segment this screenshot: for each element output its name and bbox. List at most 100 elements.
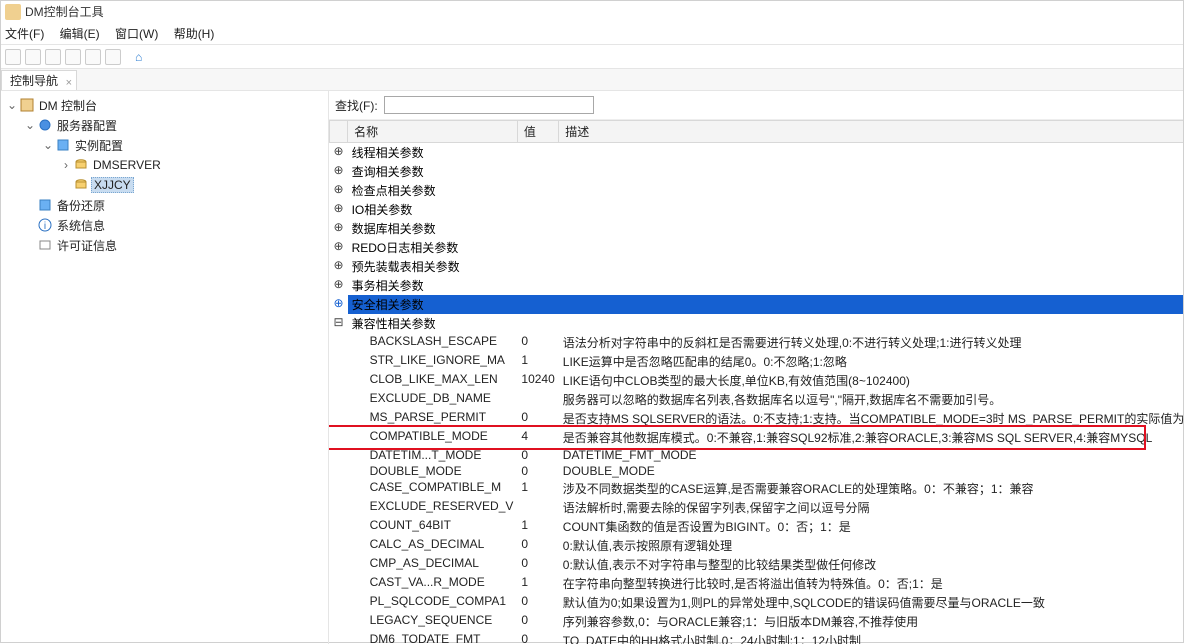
nav-tree[interactable]: ⌄ DM 控制台 ⌄ 服务器配置 ⌄ 实例配置 › DMSERVER xyxy=(1,91,329,644)
expand-icon[interactable]: ⊕ xyxy=(330,200,348,219)
param-value[interactable]: 0 xyxy=(517,593,558,612)
param-row[interactable]: DATETIM...T_MODE0DATETIME_FMT_MODE xyxy=(330,447,1184,463)
db-icon xyxy=(73,157,89,173)
param-row[interactable]: CLOB_LIKE_MAX_LEN10240LIKE语句中CLOB类型的最大长度… xyxy=(330,371,1184,390)
tab-control-nav[interactable]: 控制导航 × xyxy=(1,70,77,90)
window-title: DM控制台工具 xyxy=(25,1,104,23)
param-row[interactable]: COUNT_64BIT1COUNT集函数的值是否设置为BIGINT。0：否；1：… xyxy=(330,517,1184,536)
console-icon xyxy=(19,97,35,113)
param-value[interactable]: 1 xyxy=(517,517,558,536)
param-row[interactable]: STR_LIKE_IGNORE_MA1LIKE运算中是否忽略匹配串的结尾0。0:… xyxy=(330,352,1184,371)
tree-instance-config[interactable]: ⌄ 实例配置 xyxy=(41,136,328,154)
param-row[interactable]: EXCLUDE_DB_NAME服务器可以忽略的数据库名列表,各数据库名以逗号",… xyxy=(330,390,1184,409)
param-row[interactable]: CALC_AS_DECIMAL00:默认值,表示按照原有逻辑处理 xyxy=(330,536,1184,555)
group-row[interactable]: ⊕REDO日志相关参数 xyxy=(330,238,1184,257)
menu-edit[interactable]: 编辑(E) xyxy=(60,27,100,41)
param-grid[interactable]: 名称 值 描述 ⊕线程相关参数⊕查询相关参数⊕检查点相关参数⊕IO相关参数⊕数据… xyxy=(329,119,1183,644)
param-row[interactable]: CMP_AS_DECIMAL00:默认值,表示不对字符串与整型的比较结果类型做任… xyxy=(330,555,1184,574)
col-value[interactable]: 值 xyxy=(517,121,558,143)
param-row[interactable]: EXCLUDE_RESERVED_V语法解析时,需要去除的保留字列表,保留字之间… xyxy=(330,498,1184,517)
group-row[interactable]: ⊕安全相关参数 xyxy=(330,295,1184,314)
group-row[interactable]: ⊕查询相关参数 xyxy=(330,162,1184,181)
expand-icon[interactable]: ⊕ xyxy=(330,238,348,257)
tab-label: 控制导航 xyxy=(10,74,58,88)
param-value[interactable]: 0 xyxy=(517,536,558,555)
expand-icon[interactable]: ⊕ xyxy=(330,295,348,314)
collapse-icon[interactable]: ⌄ xyxy=(5,98,19,112)
home-icon[interactable]: ⌂ xyxy=(135,50,142,64)
col-desc[interactable]: 描述 xyxy=(559,121,1183,143)
group-row[interactable]: ⊕预先装载表相关参数 xyxy=(330,257,1184,276)
tree-sysinfo[interactable]: i 系统信息 xyxy=(23,216,328,234)
tree-server-config[interactable]: ⌄ 服务器配置 xyxy=(23,116,328,134)
find-input[interactable] xyxy=(384,96,594,114)
param-row[interactable]: BACKSLASH_ESCAPE0语法分析对字符串中的反斜杠是否需要进行转义处理… xyxy=(330,333,1184,352)
param-value[interactable]: 0 xyxy=(517,631,558,644)
toolbar-btn-5[interactable] xyxy=(85,49,101,65)
group-row[interactable]: ⊕线程相关参数 xyxy=(330,143,1184,163)
param-value[interactable]: 0 xyxy=(517,333,558,352)
license-icon xyxy=(37,237,53,253)
group-row[interactable]: ⊕IO相关参数 xyxy=(330,200,1184,219)
param-name: COMPATIBLE_MODE xyxy=(348,428,518,447)
param-value[interactable]: 1 xyxy=(517,352,558,371)
param-name: CAST_VA...R_MODE xyxy=(348,574,518,593)
param-value[interactable]: 1 xyxy=(517,574,558,593)
menu-file[interactable]: 文件(F) xyxy=(5,27,44,41)
param-row[interactable]: CAST_VA...R_MODE1在字符串向整型转换进行比较时,是否将溢出值转为… xyxy=(330,574,1184,593)
param-row[interactable]: DM6_TODATE_FMT0TO_DATE中的HH格式小时制,0：24小时制;… xyxy=(330,631,1184,644)
group-row[interactable]: ⊕检查点相关参数 xyxy=(330,181,1184,200)
param-row[interactable]: CASE_COMPATIBLE_M1涉及不同数据类型的CASE运算,是否需要兼容… xyxy=(330,479,1184,498)
tree-root[interactable]: ⌄ DM 控制台 xyxy=(5,96,328,114)
menu-bar: 文件(F) 编辑(E) 窗口(W) 帮助(H) xyxy=(1,23,1183,45)
collapse-icon[interactable]: ⌄ xyxy=(23,118,37,132)
collapse-icon[interactable]: ⌄ xyxy=(41,138,55,152)
expand-icon[interactable]: ⊕ xyxy=(330,143,348,163)
param-value[interactable]: 0 xyxy=(517,555,558,574)
tree-xjjcy[interactable]: XJJCY xyxy=(59,176,328,194)
param-name: COUNT_64BIT xyxy=(348,517,518,536)
param-row[interactable]: MS_PARSE_PERMIT0是否支持MS SQLSERVER的语法。0:不支… xyxy=(330,409,1184,428)
collapse-icon[interactable]: ⊟ xyxy=(330,314,348,333)
param-desc: 0:默认值,表示按照原有逻辑处理 xyxy=(559,536,1183,555)
group-label: 查询相关参数 xyxy=(348,162,518,181)
gear-icon xyxy=(37,117,53,133)
param-row[interactable]: COMPATIBLE_MODE4是否兼容其他数据库模式。0:不兼容,1:兼容SQ… xyxy=(330,428,1184,447)
param-value[interactable]: 0 xyxy=(517,409,558,428)
group-row[interactable]: ⊕事务相关参数 xyxy=(330,276,1184,295)
expand-icon[interactable]: ⊕ xyxy=(330,276,348,295)
expand-icon[interactable]: ⊕ xyxy=(330,162,348,181)
param-value[interactable] xyxy=(517,498,558,517)
param-row[interactable]: DOUBLE_MODE0DOUBLE_MODE xyxy=(330,463,1184,479)
param-desc: DATETIME_FMT_MODE xyxy=(559,447,1183,463)
expand-icon[interactable]: ⊕ xyxy=(330,257,348,276)
param-value[interactable]: 10240 xyxy=(517,371,558,390)
param-value[interactable]: 4 xyxy=(517,428,558,447)
expand-icon[interactable]: ⊕ xyxy=(330,181,348,200)
tree-license[interactable]: 许可证信息 xyxy=(23,236,328,254)
menu-help[interactable]: 帮助(H) xyxy=(174,27,215,41)
toolbar-btn-3[interactable] xyxy=(45,49,61,65)
toolbar-btn-6[interactable] xyxy=(105,49,121,65)
menu-window[interactable]: 窗口(W) xyxy=(115,27,158,41)
expand-icon[interactable]: › xyxy=(59,158,73,172)
param-value[interactable]: 0 xyxy=(517,463,558,479)
tree-backup[interactable]: 备份还原 xyxy=(23,196,328,214)
expand-icon[interactable]: ⊕ xyxy=(330,219,348,238)
toolbar: ⌂ xyxy=(1,45,1183,69)
group-row[interactable]: ⊕数据库相关参数 xyxy=(330,219,1184,238)
param-value[interactable]: 1 xyxy=(517,479,558,498)
find-label: 查找(F): xyxy=(335,97,378,114)
param-value[interactable]: 0 xyxy=(517,612,558,631)
group-row[interactable]: ⊟兼容性相关参数 xyxy=(330,314,1184,333)
tree-dmserver[interactable]: › DMSERVER xyxy=(59,156,328,174)
toolbar-btn-4[interactable] xyxy=(65,49,81,65)
param-value[interactable] xyxy=(517,390,558,409)
param-row[interactable]: LEGACY_SEQUENCE0序列兼容参数,0：与ORACLE兼容;1：与旧版… xyxy=(330,612,1184,631)
param-row[interactable]: PL_SQLCODE_COMPA10默认值为0;如果设置为1,则PL的异常处理中… xyxy=(330,593,1184,612)
toolbar-btn-1[interactable] xyxy=(5,49,21,65)
param-value[interactable]: 0 xyxy=(517,447,558,463)
col-name[interactable]: 名称 xyxy=(348,121,518,143)
close-icon[interactable]: × xyxy=(66,73,72,93)
toolbar-btn-2[interactable] xyxy=(25,49,41,65)
